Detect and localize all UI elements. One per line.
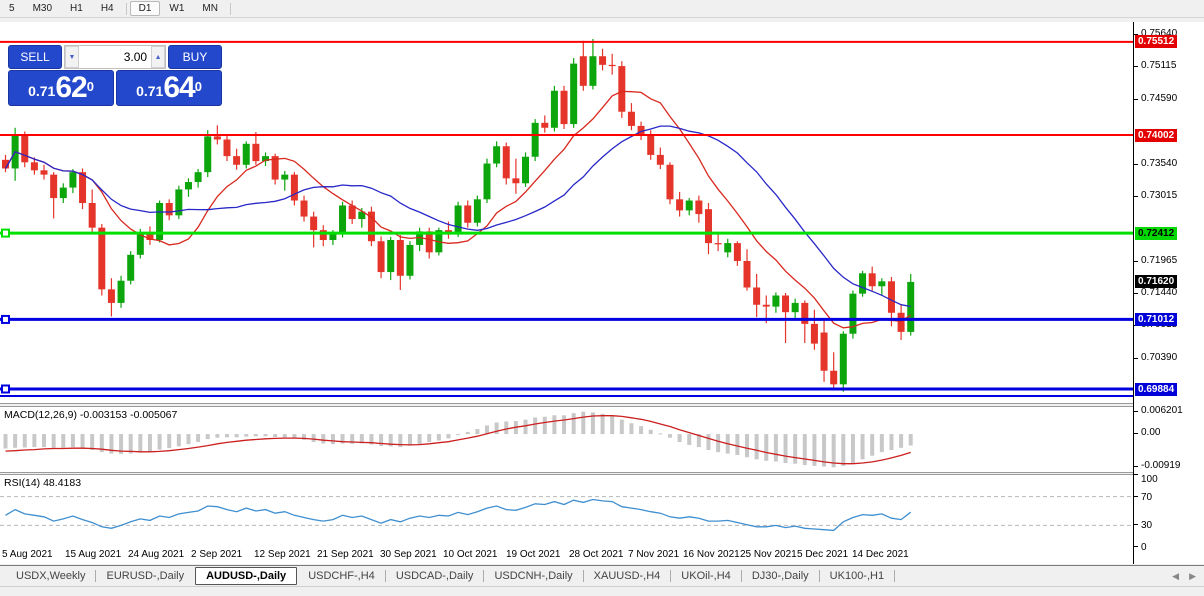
- volume-increase-button[interactable]: ▲: [151, 46, 165, 68]
- sell-price-point: 0: [86, 79, 94, 94]
- price-tick-dash: [1134, 260, 1138, 262]
- price-tick-dash: [1134, 66, 1138, 68]
- rsi-chart[interactable]: [0, 475, 1133, 547]
- timeframe-toolbar: 5 M30 H1 H4 D1 W1 MN: [0, 0, 1204, 18]
- rsi-indicator-pane[interactable]: RSI(14) 48.4183: [0, 474, 1133, 548]
- time-axis[interactable]: 5 Aug 2021 15 Aug 2021 24 Aug 2021 2 Sep 20…: [0, 547, 1133, 564]
- buy-price-point: 0: [194, 79, 202, 94]
- date-label: 28 Oct 2021: [569, 549, 624, 560]
- price-tick-dash: [1134, 98, 1138, 100]
- buy-button[interactable]: BUY: [168, 45, 222, 69]
- tab-audusd-daily[interactable]: AUDUSD-,Daily: [195, 567, 298, 585]
- macd-indicator-pane[interactable]: MACD(12,26,9) -0.003153 -0.005067: [0, 406, 1133, 473]
- price-axis[interactable]: 0.75640 0.75115 0.74590 0.73540 0.73015 0.719…: [1133, 22, 1204, 564]
- rsi-tick-label: 70: [1141, 491, 1153, 503]
- macd-tick-label: -0.00919: [1141, 460, 1181, 472]
- date-label: 10 Oct 2021: [443, 549, 498, 560]
- rsi-tick-dash: [1134, 524, 1138, 526]
- price-tick-dash: [1134, 293, 1138, 295]
- sell-price-base: 0.71: [28, 83, 56, 99]
- tab-usdcad-daily[interactable]: USDCAD-,Daily: [386, 568, 484, 584]
- rsi-tick-label: 0: [1141, 542, 1147, 553]
- price-tick-dash: [1134, 163, 1138, 165]
- date-label: 16 Nov 2021: [683, 549, 740, 560]
- rsi-label: RSI(14) 48.4183: [4, 477, 82, 489]
- timeframe-button-h1[interactable]: H1: [61, 1, 92, 16]
- one-click-trading-panel: SELL ▼ ▲ BUY 0.71 62 0 0.71 64 0: [8, 45, 222, 106]
- tab-separator: [894, 570, 896, 582]
- date-label: 25 Nov 2021: [740, 549, 797, 560]
- price-tick-label: 0.70390: [1141, 351, 1178, 363]
- rsi-tick-label: 30: [1141, 520, 1153, 532]
- date-label: 2 Sep 2021: [191, 549, 243, 560]
- timeframe-button-w1[interactable]: W1: [160, 1, 193, 16]
- price-badge: 0.74002: [1135, 128, 1178, 142]
- chart-tab-bar: USDX,Weekly EURUSD-,Daily AUDUSD-,Daily USD…: [0, 565, 1204, 586]
- date-label: 30 Sep 2021: [380, 549, 437, 560]
- macd-tick-dash: [1134, 466, 1138, 468]
- date-label: 5 Aug 2021: [2, 549, 53, 560]
- price-badge: 0.72412: [1135, 226, 1178, 240]
- trading-terminal-window: 5M30H1H4D1W1MN ▲ AUDUSD-,Daily 0.71653 0…: [0, 0, 1204, 596]
- price-tick-dash: [1134, 357, 1138, 359]
- date-label: 21 Sep 2021: [317, 549, 374, 560]
- date-label: 19 Oct 2021: [506, 549, 561, 560]
- tab-eurusd-daily[interactable]: EURUSD-,Daily: [96, 568, 194, 584]
- sell-button[interactable]: SELL: [8, 45, 62, 69]
- tab-ukoil-h4[interactable]: UKOil-,H4: [671, 568, 741, 584]
- timeframe-button-5[interactable]: 5: [0, 1, 24, 16]
- volume-decrease-button[interactable]: ▼: [65, 46, 79, 68]
- price-tick-label: 0.73015: [1141, 189, 1178, 201]
- date-label: 15 Aug 2021: [65, 549, 122, 560]
- toolbar-separator: [125, 2, 127, 15]
- price-tick-label: 0.71440: [1141, 287, 1178, 299]
- timeframe-button-d1[interactable]: D1: [129, 1, 161, 16]
- tab-scroll-left-icon[interactable]: ◀: [1172, 571, 1179, 582]
- buy-price-quote[interactable]: 0.71 64 0: [116, 70, 222, 106]
- timeframe-button-h4[interactable]: H4: [92, 1, 123, 16]
- price-tick-label: 0.73540: [1141, 157, 1178, 169]
- volume-stepper: ▼ ▲: [64, 45, 166, 69]
- tab-scroll-arrows: ◀ ▶: [1172, 571, 1204, 582]
- macd-label: MACD(12,26,9) -0.003153 -0.005067: [4, 409, 178, 421]
- date-label: 12 Sep 2021: [254, 549, 311, 560]
- price-badge: 0.71620: [1135, 275, 1178, 289]
- timeframe-button-mn[interactable]: MN: [193, 1, 227, 16]
- rsi-tick-dash: [1134, 495, 1138, 497]
- buy-price-pips: 64: [163, 71, 195, 104]
- rsi-tick-dash: [1134, 474, 1138, 475]
- date-label: 24 Aug 2021: [128, 549, 185, 560]
- price-badge: 0.69884: [1135, 382, 1178, 396]
- tab-usdcnh-daily[interactable]: USDCNH-,Daily: [484, 568, 582, 584]
- macd-tick-dash: [1134, 433, 1138, 435]
- tab-xauusd-h4[interactable]: XAUUSD-,H4: [584, 568, 671, 584]
- volume-input[interactable]: [78, 46, 152, 68]
- tab-uk100-h1[interactable]: UK100-,H1: [820, 568, 894, 584]
- price-tick-label: 0.71965: [1141, 254, 1178, 266]
- buy-price-base: 0.71: [136, 83, 164, 99]
- macd-tick-label: 0.006201: [1141, 404, 1183, 416]
- status-strip: [0, 586, 1204, 596]
- sell-price-quote[interactable]: 0.71 62 0: [8, 70, 114, 106]
- timeframe-button-m30[interactable]: M30: [24, 1, 61, 16]
- price-tick-dash: [1134, 195, 1138, 197]
- rsi-tick-dash: [1134, 546, 1138, 547]
- macd-tick-label: 0.00: [1141, 427, 1161, 439]
- price-badge: 0.75512: [1135, 35, 1178, 49]
- rsi-tick-label: 100: [1141, 474, 1158, 485]
- date-label: 5 Dec 2021: [797, 549, 849, 560]
- tab-scroll-right-icon[interactable]: ▶: [1189, 571, 1196, 582]
- macd-tick-dash: [1134, 410, 1138, 412]
- toolbar-separator: [229, 2, 231, 15]
- tab-usdx-weekly[interactable]: USDX,Weekly: [6, 568, 95, 584]
- date-label: 14 Dec 2021: [852, 549, 909, 560]
- date-label: 7 Nov 2021: [628, 549, 680, 560]
- price-tick-label: 0.74590: [1141, 92, 1178, 104]
- sell-price-pips: 62: [55, 71, 87, 104]
- tab-dj30-daily[interactable]: DJ30-,Daily: [742, 568, 819, 584]
- price-tick-label: 0.75115: [1141, 60, 1177, 72]
- price-badge: 0.71012: [1135, 312, 1178, 326]
- tab-usdchf-h4[interactable]: USDCHF-,H4: [298, 568, 385, 584]
